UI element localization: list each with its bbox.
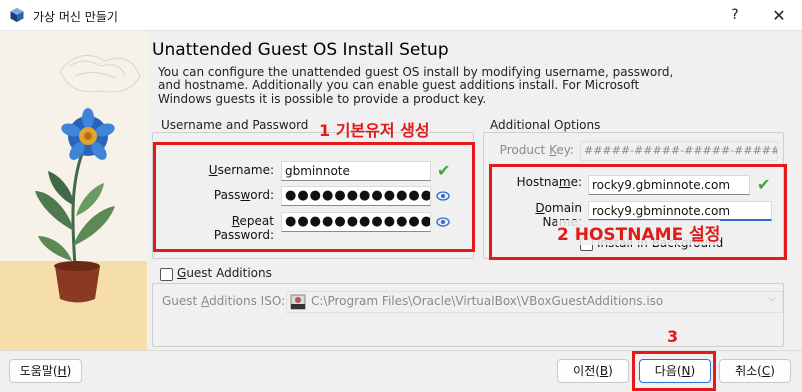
product-key-field: #####-#####-#####-#####-##### bbox=[580, 141, 778, 161]
additional-options-group-label: Additional Options bbox=[487, 118, 604, 132]
back-button[interactable]: 이전(B) bbox=[557, 359, 629, 383]
dropdown-chevron-icon: ⌵ bbox=[768, 293, 776, 304]
window-title: 가상 머신 만들기 bbox=[33, 10, 118, 24]
credentials-group-label: Username and Password bbox=[158, 118, 312, 132]
page-description: You can configure the unattended guest O… bbox=[158, 65, 674, 106]
guest-additions-iso-label: Guest Additions ISO: bbox=[162, 294, 286, 308]
wizard-page: Unattended Guest OS Install Setup You ca… bbox=[0, 31, 802, 350]
wizard-footer: 도움말(H) 이전(B) 다음(N) 취소(C) bbox=[0, 350, 802, 392]
annotation-label-1: 1 기본유저 생성 bbox=[319, 121, 430, 140]
close-button[interactable]: ✕ bbox=[759, 3, 799, 28]
iso-path-text: C:\Program Files\Oracle\VirtualBox\VBoxG… bbox=[311, 294, 664, 308]
cancel-button[interactable]: 취소(C) bbox=[719, 359, 791, 383]
annotation-label-3: 3 bbox=[667, 327, 679, 346]
iso-file-icon bbox=[290, 294, 306, 310]
annotation-box-hostname bbox=[489, 164, 787, 260]
flower-illustration bbox=[0, 31, 147, 350]
guest-additions-iso-combobox: C:\Program Files\Oracle\VirtualBox\VBoxG… bbox=[286, 291, 783, 313]
annotation-label-2: 2 HOSTNAME 설정 bbox=[557, 220, 721, 245]
product-key-label: Product Key: bbox=[499, 143, 574, 157]
virtualbox-icon bbox=[10, 8, 24, 22]
annotation-box-credentials bbox=[153, 142, 475, 252]
help-button[interactable]: 도움말(H) bbox=[9, 359, 82, 383]
title-bar: 가상 머신 만들기 ? ✕ bbox=[0, 0, 802, 31]
guest-additions-checkbox[interactable] bbox=[160, 268, 173, 281]
help-title-button[interactable]: ? bbox=[718, 3, 752, 28]
annotation-box-next bbox=[632, 351, 716, 391]
guest-additions-label[interactable]: Guest Additions bbox=[174, 266, 275, 280]
page-title: Unattended Guest OS Install Setup bbox=[152, 40, 449, 60]
